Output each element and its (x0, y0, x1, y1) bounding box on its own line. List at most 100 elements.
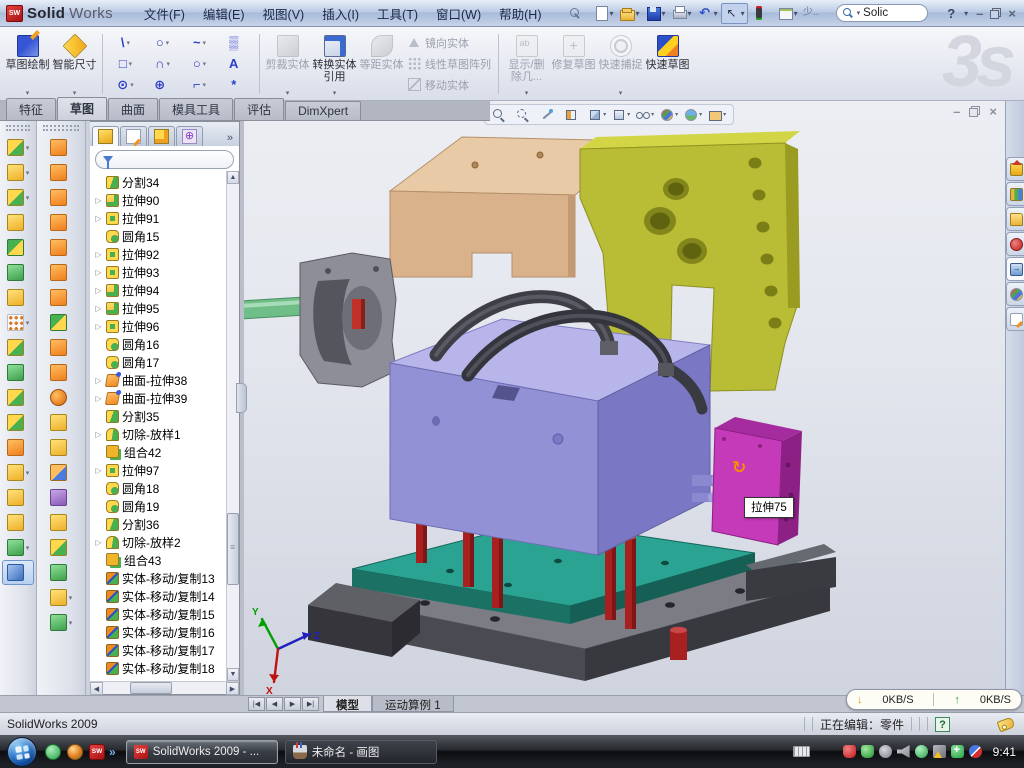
circle-tool-icon[interactable]: ○ ▾ (144, 32, 181, 53)
dimxpertmanager-tab[interactable]: ⊕ (176, 126, 203, 146)
tree-item[interactable]: ▷ 实体-移动/复制16 (94, 623, 226, 641)
expand-icon[interactable]: ▷ (94, 304, 103, 313)
lofted-surface-icon[interactable]: ▾ (39, 210, 83, 235)
tree-item[interactable]: ▷ 实体-移动/复制15 (94, 605, 226, 623)
dome-icon[interactable]: ▾ (39, 560, 83, 585)
doc-close-button[interactable]: × (989, 106, 997, 118)
untrim-surface-icon[interactable]: ▾ (39, 460, 83, 485)
replace-face-icon[interactable]: ▾ (39, 410, 83, 435)
featuremanager-tab[interactable] (92, 126, 119, 146)
offset-entities-button[interactable]: 等距实体 ▾ (358, 31, 405, 97)
search-results-icon[interactable] (1006, 232, 1024, 256)
zoom-to-area-icon[interactable]: ▾ (514, 107, 536, 123)
minimize-button[interactable]: – (976, 7, 983, 20)
swept-boss-icon[interactable]: ▾ (2, 210, 34, 235)
move-copy-body-icon[interactable]: ▾ (2, 435, 34, 460)
measure-icon[interactable]: ▾ (2, 560, 34, 585)
zoom-to-fit-icon[interactable]: ▾ (490, 107, 512, 123)
network-icon[interactable] (915, 745, 928, 758)
splitter-grip[interactable] (236, 383, 247, 413)
pushpin-icon[interactable]: ▾ (564, 3, 589, 24)
scroll-down-icon[interactable]: ▼ (227, 668, 239, 681)
doc-minimize-button[interactable]: – (953, 106, 960, 118)
tree-item[interactable]: ▷ 圆角18 (94, 479, 226, 497)
tags-icon[interactable] (997, 716, 1016, 732)
surface-fillet-icon[interactable]: ▾ (39, 535, 83, 560)
tree-item[interactable]: ▷ 圆角19 (94, 497, 226, 515)
combine-icon[interactable]: ▾ (2, 410, 34, 435)
smart-dimension-button[interactable]: 智能尺寸 ▾ (51, 31, 98, 97)
antivirus-icon[interactable] (843, 745, 856, 758)
updater-icon[interactable] (879, 745, 892, 758)
scrollbar-thumb[interactable] (130, 682, 172, 694)
scroll-left-icon[interactable]: ◀ (90, 682, 103, 695)
hide-show-items-icon[interactable]: ▾ (634, 107, 656, 123)
reference-plane-icon[interactable]: ▾ (2, 485, 34, 510)
reference-geometry-icon[interactable]: ▾ (39, 585, 83, 610)
expand-icon[interactable]: ▷ (94, 376, 103, 385)
sheet-tab[interactable]: 运动算例 1 (372, 696, 454, 712)
expand-icon[interactable]: ▷ (94, 430, 103, 439)
dropdown-caret-icon[interactable]: ▾ (688, 9, 692, 18)
undo-icon[interactable]: ↶ ▾ (695, 3, 720, 24)
sheet-nav-button[interactable]: ▶| (302, 697, 319, 711)
design-library-icon[interactable] (1006, 182, 1024, 206)
tree-item[interactable]: ▷ 拉伸95 (94, 299, 226, 317)
appearances-icon[interactable] (1006, 282, 1024, 306)
dropdown-caret-icon[interactable]: ▾ (662, 9, 666, 18)
delete-face-icon[interactable]: ▾ (39, 385, 83, 410)
arc-tool-icon[interactable]: ∩ ▾ (144, 53, 181, 74)
print-icon[interactable]: ▾ (669, 3, 694, 24)
hole-wizard-icon[interactable]: ▾ (2, 285, 34, 310)
reference-axis-icon[interactable]: ▾ (2, 510, 34, 535)
spline-tool-icon[interactable]: ~ ▾ (181, 32, 218, 53)
tree-item[interactable]: ▷ 拉伸90 (94, 191, 226, 209)
taskbar-button-solidworks[interactable]: SW SolidWorks 2009 - ... (126, 740, 278, 764)
doc-restore-button[interactable] (969, 106, 980, 117)
wireless-warning-icon[interactable] (933, 745, 946, 758)
sketch-button[interactable]: 草图绘制 ▾ (4, 31, 51, 97)
media-quicklaunch-icon[interactable] (67, 744, 83, 760)
extruded-surface-icon[interactable]: ▾ (39, 185, 83, 210)
shell-icon[interactable]: ▾ (2, 235, 34, 260)
quick-launch-overflow-icon[interactable]: » (109, 745, 116, 759)
propertymanager-tab[interactable] (120, 126, 147, 146)
rapid-sketch-button[interactable]: 快速草图 ▾ (644, 31, 691, 97)
volume-icon[interactable] (897, 745, 910, 758)
ribbon-tab[interactable]: 特征 (6, 98, 56, 120)
messenger-quicklaunch-icon[interactable] (45, 744, 61, 760)
linear-pattern-icon[interactable]: ▾ (2, 310, 34, 335)
knit-surface-icon[interactable]: ▾ (39, 335, 83, 360)
ribbon-tab[interactable]: 曲面 (108, 98, 158, 120)
rib-icon[interactable]: ▾ (2, 335, 34, 360)
offset-surface-icon[interactable]: ▾ (39, 260, 83, 285)
freeform-icon[interactable]: ▾ (39, 610, 83, 635)
taskbar-clock[interactable]: 9:41 (993, 745, 1016, 759)
restore-button[interactable] (990, 8, 1001, 19)
tree-item[interactable]: ▷ 拉伸93 (94, 263, 226, 281)
panel-tabs-overflow-icon[interactable]: » (223, 132, 237, 146)
trim-surface-icon[interactable]: ▾ (39, 435, 83, 460)
ribbon-tab[interactable]: 模具工具 (159, 98, 233, 120)
expand-icon[interactable]: ▷ (94, 322, 103, 331)
toolbar-grip[interactable] (43, 125, 79, 131)
ribbon-tab[interactable]: 草图 (57, 97, 107, 120)
scroll-up-icon[interactable]: ▲ (227, 171, 239, 184)
expand-icon[interactable]: ▷ (94, 214, 103, 223)
tree-item[interactable]: ▷ 拉伸96 (94, 317, 226, 335)
dropdown-caret-icon[interactable]: ▾ (714, 9, 718, 18)
convert-entities-button[interactable]: 转换实体引用 ▾ (311, 31, 358, 97)
dropdown-caret-icon[interactable]: ▾ (610, 9, 614, 18)
custom-properties-icon[interactable] (1006, 307, 1024, 331)
view-orientation-icon[interactable]: ▾ (586, 107, 608, 123)
sheet-nav-button[interactable]: ▶ (284, 697, 301, 711)
expand-icon[interactable]: ▷ (94, 466, 103, 475)
ribbon-tab[interactable]: DimXpert (285, 101, 361, 120)
configurationmanager-tab[interactable] (148, 126, 175, 146)
search-dropdown-icon[interactable]: ▾ (857, 9, 861, 17)
section-view-icon[interactable]: ▾ (562, 107, 584, 123)
move-entities-button[interactable]: 移动实体 (405, 76, 494, 94)
file-explorer-icon[interactable] (1006, 207, 1024, 231)
tree-item[interactable]: ▷ 圆角16 (94, 335, 226, 353)
edit-appearance-icon[interactable]: ▾ (658, 107, 680, 123)
